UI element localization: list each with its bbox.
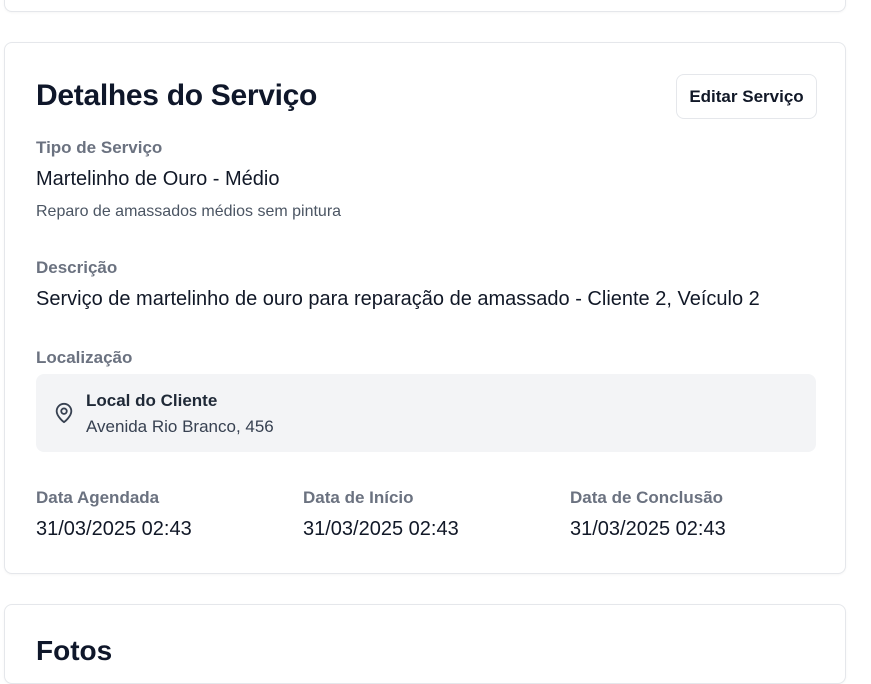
location-box: Local do Cliente Avenida Rio Branco, 456 — [36, 374, 816, 452]
service-type-label: Tipo de Serviço — [36, 138, 163, 157]
location-label: Localização — [36, 348, 133, 367]
service-details-card: Detalhes do Serviço Editar Serviço Tipo … — [4, 42, 846, 574]
next-card: Fotos — [4, 604, 846, 684]
map-pin-icon — [55, 402, 73, 424]
edit-service-button[interactable]: Editar Serviço — [676, 74, 817, 119]
description-value: Serviço de martelinho de ouro para repar… — [36, 288, 760, 310]
scheduled-date-value: 31/03/2025 02:43 — [36, 518, 192, 540]
completion-date-value: 31/03/2025 02:43 — [570, 518, 726, 540]
section-title: Detalhes do Serviço — [36, 79, 318, 112]
service-type-description: Reparo de amassados médios sem pintura — [36, 203, 342, 220]
scheduled-date-label: Data Agendada — [36, 488, 160, 507]
start-date-value: 31/03/2025 02:43 — [303, 518, 459, 540]
description-label: Descrição — [36, 258, 118, 277]
start-date-label: Data de Início — [303, 488, 414, 507]
service-type-value: Martelinho de Ouro - Médio — [36, 168, 280, 190]
completion-date-label: Data de Conclusão — [570, 488, 724, 507]
location-address: Avenida Rio Branco, 456 — [86, 417, 274, 436]
previous-card — [4, 0, 846, 12]
next-card-title: Fotos — [36, 635, 113, 666]
location-name: Local do Cliente — [86, 391, 218, 410]
